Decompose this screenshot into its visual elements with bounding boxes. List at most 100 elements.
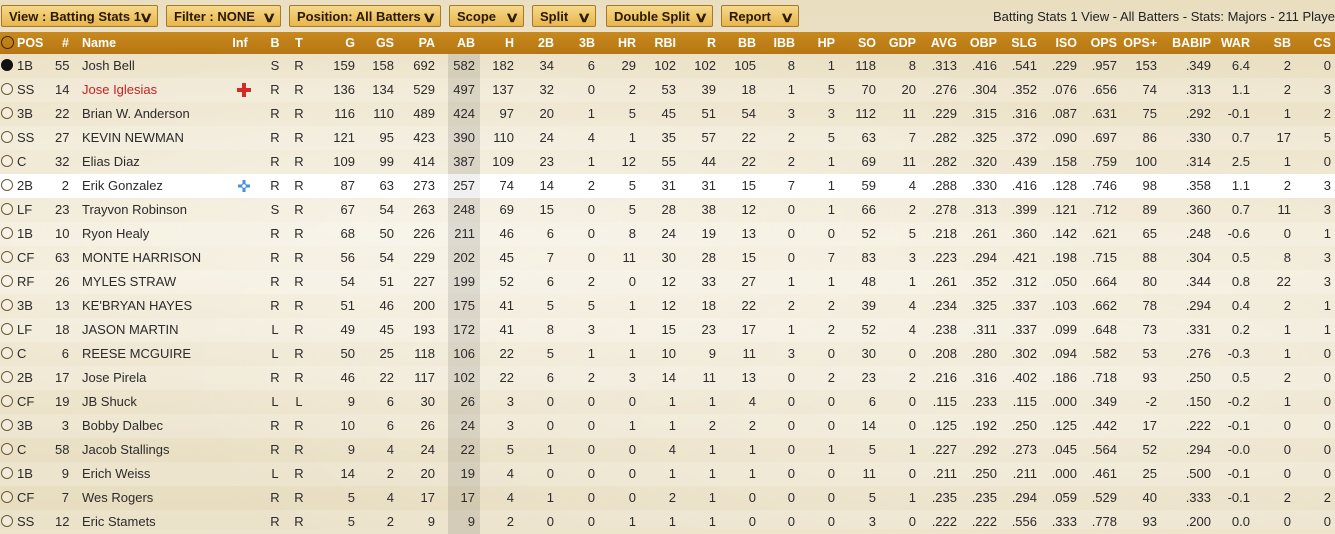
player-name-link[interactable]: Trayvon Robinson: [82, 198, 232, 222]
row-radio[interactable]: [1, 59, 13, 71]
row-radio[interactable]: [1, 491, 13, 503]
table-row[interactable]: 2B 2 Erik Gonzalez R R 87 63 273 257 74 14 2 5 31 31 15…: [0, 174, 1335, 198]
player-name-link[interactable]: Elias Diaz: [82, 150, 232, 174]
player-name-link[interactable]: REESE MCGUIRE: [82, 342, 232, 366]
row-radio[interactable]: [1, 467, 13, 479]
column-header-hp[interactable]: HP: [800, 32, 835, 54]
column-header-pos[interactable]: POS: [17, 32, 57, 54]
column-header-so[interactable]: SO: [838, 32, 876, 54]
row-radio[interactable]: [1, 515, 13, 527]
player-name-link[interactable]: Erik Gonzalez: [82, 174, 232, 198]
table-row[interactable]: SS 12 Eric Stamets R R 5 2 9 9 2 0 0 1 1 1 0 0 0 3 0 .222 .22…: [0, 510, 1335, 534]
column-header-t[interactable]: T: [292, 32, 306, 54]
table-row[interactable]: 3B 22 Brian W. Anderson R R 116 110 489 424 97 20 1…: [0, 102, 1335, 126]
player-name-link[interactable]: KE'BRYAN HAYES: [82, 294, 232, 318]
column-header-hr[interactable]: HR: [600, 32, 636, 54]
player-name-link[interactable]: Jacob Stallings: [82, 438, 232, 462]
filter-dropdown[interactable]: Filter : NONE ∨: [166, 5, 281, 27]
blue-cross-icon[interactable]: [236, 178, 252, 194]
column-header-iso[interactable]: ISO: [1040, 32, 1077, 54]
player-name-link[interactable]: JB Shuck: [82, 390, 232, 414]
row-radio[interactable]: [1, 155, 13, 167]
row-radio[interactable]: [1, 179, 13, 191]
row-radio[interactable]: [1, 203, 13, 215]
position-dropdown[interactable]: Position: All Batters ∨: [289, 5, 441, 27]
table-row[interactable]: SS 27 KEVIN NEWMAN R R 121 95 423 390 110 24 4 1 35 57…: [0, 126, 1335, 150]
column-header-rbi[interactable]: RBI: [638, 32, 676, 54]
column-header-g[interactable]: G: [320, 32, 355, 54]
column-header-babip[interactable]: BABIP: [1168, 32, 1211, 54]
row-radio[interactable]: [1, 83, 13, 95]
row-radio[interactable]: [1, 347, 13, 359]
row-radio[interactable]: [1, 107, 13, 119]
column-header-3b[interactable]: 3B: [560, 32, 595, 54]
table-row[interactable]: C 6 REESE MCGUIRE L R 50 25 118 106 22 5 1 1 10 9 11 3 0 3…: [0, 342, 1335, 366]
row-radio[interactable]: [1, 323, 13, 335]
player-name-link[interactable]: Bobby Dalbec: [82, 414, 232, 438]
row-radio[interactable]: [1, 299, 13, 311]
column-header-obp[interactable]: OBP: [960, 32, 997, 54]
row-radio[interactable]: [1, 371, 13, 383]
table-row[interactable]: LF 18 JASON MARTIN L R 49 45 193 172 41 8 3 1 15 23 17 1…: [0, 318, 1335, 342]
row-radio[interactable]: [1, 443, 13, 455]
report-dropdown[interactable]: Report ∨: [721, 5, 799, 27]
player-name-link[interactable]: Jose Iglesias: [82, 78, 232, 102]
column-header-2b[interactable]: 2B: [520, 32, 554, 54]
column-header-gdp[interactable]: GDP: [880, 32, 916, 54]
split-dropdown[interactable]: Split ∨: [532, 5, 596, 27]
row-radio[interactable]: [1, 131, 13, 143]
table-row[interactable]: LF 23 Trayvon Robinson S R 67 54 263 248 69 15 0 5 28…: [0, 198, 1335, 222]
player-name-link[interactable]: Jose Pirela: [82, 366, 232, 390]
table-row[interactable]: 3B 13 KE'BRYAN HAYES R R 51 46 200 175 41 5 5 1 12 18 2…: [0, 294, 1335, 318]
scope-dropdown[interactable]: Scope ∨: [449, 5, 524, 27]
player-name-link[interactable]: Ryon Healy: [82, 222, 232, 246]
column-header-sb[interactable]: SB: [1255, 32, 1291, 54]
row-radio[interactable]: [1, 275, 13, 287]
column-header-ab[interactable]: AB: [440, 32, 475, 54]
row-radio[interactable]: [1, 419, 13, 431]
column-header-war[interactable]: WAR: [1212, 32, 1250, 54]
row-radio[interactable]: [1, 395, 13, 407]
table-row[interactable]: CF 7 Wes Rogers R R 5 4 17 17 4 1 0 0 2 1 0 0 0 5 1 .235 .235…: [0, 486, 1335, 510]
column-header-opsp[interactable]: OPS+: [1120, 32, 1157, 54]
red-cross-icon[interactable]: [236, 82, 252, 98]
column-header-pa[interactable]: PA: [399, 32, 435, 54]
table-row[interactable]: CF 63 MONTE HARRISON R R 56 54 229 202 45 7 0 11 30 28…: [0, 246, 1335, 270]
table-row[interactable]: C 32 Elias Diaz R R 109 99 414 387 109 23 1 12 55 44 22…: [0, 150, 1335, 174]
view-dropdown[interactable]: View : Batting Stats 1 ∨: [1, 5, 158, 27]
player-name-link[interactable]: Brian W. Anderson: [82, 102, 232, 126]
player-name-link[interactable]: Wes Rogers: [82, 486, 232, 510]
column-header-h[interactable]: H: [480, 32, 514, 54]
row-radio[interactable]: [1, 227, 13, 239]
player-name-link[interactable]: MONTE HARRISON: [82, 246, 232, 270]
column-header-slg[interactable]: SLG: [1000, 32, 1037, 54]
column-header-bb[interactable]: BB: [718, 32, 756, 54]
row-radio[interactable]: [1, 251, 13, 263]
player-name-link[interactable]: JASON MARTIN: [82, 318, 232, 342]
column-header-num[interactable]: #: [55, 32, 69, 54]
player-name-link[interactable]: Eric Stamets: [82, 510, 232, 534]
player-name-link[interactable]: Erich Weiss: [82, 462, 232, 486]
column-header-ops[interactable]: OPS: [1080, 32, 1117, 54]
table-row[interactable]: 1B 55 Josh Bell S R 159 158 692 582 182 34 6 29 102 10…: [0, 54, 1335, 78]
column-header-avg[interactable]: AVG: [920, 32, 957, 54]
select-all-radio[interactable]: [1, 36, 14, 49]
column-header-r[interactable]: R: [680, 32, 716, 54]
column-header-inf[interactable]: Inf: [226, 32, 254, 54]
table-row[interactable]: 1B 9 Erich Weiss L R 14 2 20 19 4 0 0 0 1 1 1 0 0 11 0.211.…: [0, 462, 1335, 486]
column-header-b[interactable]: B: [268, 32, 282, 54]
column-header-name[interactable]: Name: [82, 32, 232, 54]
column-header-gs[interactable]: GS: [358, 32, 394, 54]
table-row[interactable]: 2B 17 Jose Pirela R R 46 22 117 102 22 6 2 3 14 11 13 0 2…: [0, 366, 1335, 390]
table-row[interactable]: CF 19 JB Shuck L L 9 6 30 26 3 0 0 0 1 1 4 0 0 6 0.115.233.…: [0, 390, 1335, 414]
table-row[interactable]: SS 14 Jose Iglesias R R 136 134 529 497 137 32 0 2 53…: [0, 78, 1335, 102]
double-split-dropdown[interactable]: Double Split ∨: [606, 5, 713, 27]
column-header-cs[interactable]: CS: [1295, 32, 1331, 54]
column-header-ibb[interactable]: IBB: [758, 32, 795, 54]
table-row[interactable]: RF 26 MYLES STRAW R R 54 51 227 199 52 6 2 0 12 33 27 1 1…: [0, 270, 1335, 294]
table-row[interactable]: 3B 3 Bobby Dalbec R R 10 6 26 24 3 0 0 1 1 2 2 0 0 14 0 .125…: [0, 414, 1335, 438]
player-name-link[interactable]: KEVIN NEWMAN: [82, 126, 232, 150]
player-name-link[interactable]: MYLES STRAW: [82, 270, 232, 294]
player-name-link[interactable]: Josh Bell: [82, 54, 232, 78]
table-row[interactable]: 1B 10 Ryon Healy R R 68 50 226 211 46 6 0 8 24 19 13 0 0 5…: [0, 222, 1335, 246]
